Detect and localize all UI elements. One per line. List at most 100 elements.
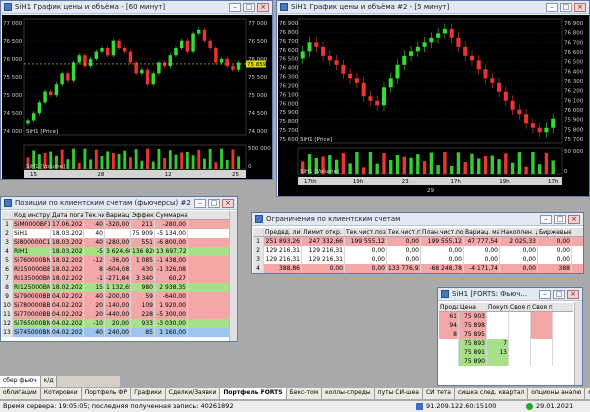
table-row[interactable]: 3 Si800000C1 18.03.2021 40 -280,00 551 -6 800,… — [2, 238, 230, 247]
positions-scrollbar[interactable] — [229, 211, 237, 341]
limits-window[interactable]: Ограничения по клиентским счетам – □ × П… — [251, 212, 584, 274]
table-row[interactable]: 12Si765000BN1A04.02.2021-1020,00933-3 03… — [2, 319, 230, 328]
table-cell: 15 — [84, 283, 105, 292]
table-row[interactable]: 3 129 216,31 129 216,31 0,00 0,00 0,00 0,00 0,0… — [253, 255, 583, 264]
table-cell: 60,27 — [155, 274, 188, 283]
price-chart-window-5min[interactable]: SiH1 График цены и объёма #2 - [5 минут]… — [276, 0, 590, 197]
table-row[interactable]: 4 RIH1 18.03.2021 -5 3 624,60 136 820 13 697,7… — [2, 247, 230, 256]
minimize-icon[interactable]: – — [194, 198, 206, 208]
table-cell: 129 216,31 — [302, 246, 345, 255]
workspace-tab[interactable]: Котировки — [40, 388, 82, 399]
workspace-tab[interactable]: Бекс-том — [286, 388, 323, 399]
table-row[interactable]: 10Si780000BB1A04.02.202120-140,001091 92… — [2, 301, 230, 310]
orderbook-row[interactable]: 8 75 895 — [439, 330, 573, 339]
column-header[interactable]: Дата погаш — [51, 211, 84, 219]
column-header[interactable]: Накоплен. доход — [500, 228, 538, 236]
table-row[interactable]: 2 129 216,31 129 216,31 0,00 0,00 0,00 0,00 0,0… — [253, 246, 583, 255]
chart-app-icon — [280, 3, 288, 11]
workspace-tab[interactable]: опционы РТС — [585, 388, 590, 399]
minimize-icon[interactable]: – — [540, 214, 552, 224]
volume-bar — [490, 155, 494, 174]
price-chart-window-60min[interactable]: SiH1 График цены и объёма - [60 минут] –… — [0, 0, 273, 180]
workspace-tab[interactable]: сишка след. квартал — [454, 388, 529, 399]
table-cell: 04.02.2021 — [52, 328, 84, 337]
orderbook-row[interactable]: 75 893 7 — [439, 339, 573, 348]
maximize-icon[interactable]: □ — [554, 214, 566, 224]
sheet-tab[interactable]: к/д — [40, 376, 58, 387]
workspace-tab[interactable]: Портфель ФР — [81, 388, 132, 399]
close-icon[interactable]: × — [568, 214, 580, 224]
column-header[interactable]: Тек.чист.поз — [84, 211, 105, 219]
column-header[interactable]: Код инструмента — [13, 211, 51, 219]
orderbook-title: SiH1 [FORTS: Фьюч... — [452, 290, 528, 298]
workspace-tab[interactable]: Сделки/Заявки — [165, 388, 221, 399]
table-row[interactable]: 9Si790000BB1A04.02.202140-200,0059-640,0… — [2, 292, 230, 301]
table-row[interactable]: 1 251 893,26 247 332,66 199 555,12 0,00 199 5… — [253, 237, 583, 246]
candle — [476, 60, 481, 70]
chart2-plot[interactable]: 76 900 76 800 76 700 76 600 76 500 76 400 76 3… — [278, 15, 589, 196]
y-tick-label: 75 900 — [564, 118, 584, 124]
table-row[interactable]: 11Si770000BB1A04.02.202120-440,00228-5 3… — [2, 310, 230, 319]
maximize-icon[interactable]: □ — [208, 198, 220, 208]
table-row[interactable]: 4 388,86 0,00 0,00 133 776,91 -68 248,78 -4 17… — [253, 264, 583, 273]
table-row[interactable]: 1 SiM0000BF1 17.06.2021 40 -320,00 211 -280,00 — [2, 220, 230, 229]
limits-titlebar[interactable]: Ограничения по клиентским счетам – □ × — [252, 213, 583, 226]
orderbook-row[interactable]: 94 75 898 — [439, 321, 573, 330]
sheet-tab[interactable]: сбер фьюч — [0, 376, 41, 387]
orderbook-window[interactable]: SiH1 [FORTS: Фьюч... – □ × ПродажЦенаПок… — [437, 287, 583, 386]
workspace-tab[interactable]: коллы-спреды — [322, 388, 375, 399]
maximize-icon[interactable]: □ — [243, 2, 255, 12]
column-header[interactable]: Предвд. лимит — [264, 228, 302, 236]
volume-bar — [517, 152, 522, 174]
workspace-tab[interactable]: СИ тета — [422, 388, 455, 399]
column-header[interactable]: План.чист.поз. — [421, 228, 464, 236]
table-row[interactable]: 6 RI150000BB1 18.02.2021 8 -604,08 430 -1 326,… — [2, 265, 230, 274]
column-header[interactable]: Эффект. цена — [131, 211, 155, 219]
minimize-icon[interactable]: – — [539, 289, 551, 299]
maximize-icon[interactable]: □ — [560, 2, 572, 12]
y-tick-label-left: 76 000 — [3, 57, 23, 63]
column-header: Своя п — [510, 303, 531, 311]
column-header[interactable]: Вариац. маржа — [105, 211, 131, 219]
workspace-tab[interactable]: Портфель FORTS — [220, 388, 287, 399]
orderbook-row[interactable]: 75 891 13 — [439, 348, 573, 357]
close-icon[interactable]: × — [567, 289, 579, 299]
column-header[interactable]: Тек.чист.поз. — [345, 228, 387, 236]
column-header[interactable]: Лимит откр. поз. — [302, 228, 345, 236]
workspace-tab[interactable]: облигации — [0, 388, 41, 399]
orderbook-row[interactable]: 61 75 903 — [439, 312, 573, 321]
close-icon[interactable]: × — [574, 2, 586, 12]
column-header[interactable]: Биржевые сб. — [538, 228, 572, 236]
candle — [341, 64, 346, 74]
positions-window[interactable]: Позиции по клиентским счетам (фьючерсы) … — [0, 196, 238, 342]
y-tick-label: 75 700 — [564, 137, 584, 143]
volume-bar — [146, 148, 149, 169]
orderbook-scrollbar[interactable] — [574, 302, 582, 385]
close-icon[interactable]: × — [222, 198, 234, 208]
candle — [197, 29, 201, 34]
table-cell: 40 — [84, 328, 105, 337]
minimize-icon[interactable]: – — [229, 2, 241, 12]
close-icon[interactable]: × — [257, 2, 269, 12]
column-header[interactable]: Тек.чист.поз. — [387, 228, 421, 236]
workspace-tab[interactable]: опционы аналю — [528, 388, 586, 399]
orderbook-titlebar[interactable]: SiH1 [FORTS: Фьюч... – □ × — [438, 288, 582, 301]
column-header[interactable]: Вариац. маржа — [464, 228, 500, 236]
workspace-tab[interactable]: Графики — [131, 388, 166, 399]
column-header[interactable]: Суммарная в. — [155, 211, 188, 219]
table-row[interactable]: 13Si745000BN1A04.02.202140240,00851 160,… — [2, 328, 230, 337]
orderbook-row[interactable]: 75 890 — [439, 357, 573, 366]
table-row[interactable]: 5 Si760000BN1 18.02.2021 -12 -36,00 1 085 -1 4… — [2, 256, 230, 265]
minimize-icon[interactable]: – — [546, 2, 558, 12]
candle — [463, 46, 468, 56]
table-row[interactable]: 8RI125000BN118.02.2021151 132,659802 938… — [2, 283, 230, 292]
candle — [225, 58, 229, 67]
positions-titlebar[interactable]: Позиции по клиентским счетам (фьючерсы) … — [1, 197, 237, 210]
chart1-titlebar[interactable]: SiH1 График цены и объёма - [60 минут] –… — [1, 1, 272, 14]
chart1-plot[interactable]: 77 000 76 500 76 000 75 500 75 000 74 500 74 0… — [2, 15, 272, 179]
maximize-icon[interactable]: □ — [553, 289, 565, 299]
chart2-titlebar[interactable]: SiH1 График цены и объёма #2 - [5 минут]… — [277, 1, 589, 14]
table-row[interactable]: 7RI135000BN118.02.2021-1-271,843 34060,2… — [2, 274, 230, 283]
workspace-tab[interactable]: путы СИ-шеа — [374, 388, 423, 399]
table-row[interactable]: 2 SiH1 18.03.2021 40 75 909 -5 134,00 — [2, 229, 230, 238]
